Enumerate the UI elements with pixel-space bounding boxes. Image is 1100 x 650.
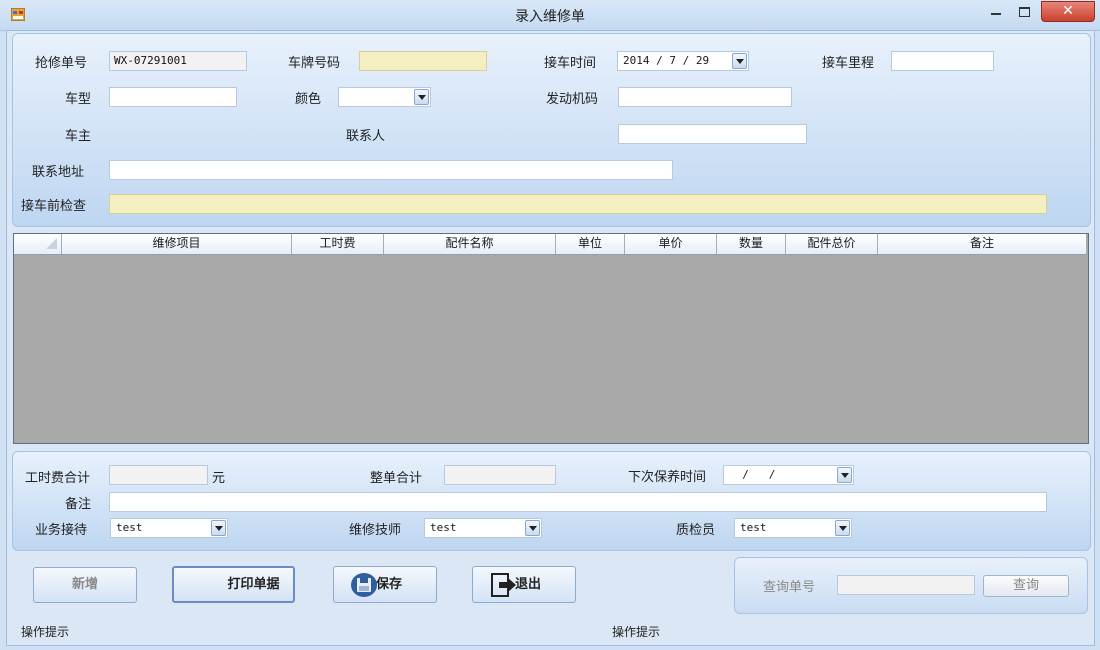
technician-value: test (430, 521, 457, 534)
status-text-right: 操作提示 (612, 625, 661, 639)
model-field[interactable] (109, 87, 237, 107)
plate-no-label: 车牌号码 (288, 56, 341, 71)
labor-total-unit: 元 (212, 471, 226, 486)
chevron-down-icon[interactable] (837, 467, 852, 483)
col-header-unit[interactable]: 单位 (556, 234, 625, 254)
contact-field[interactable] (618, 124, 807, 144)
chevron-down-icon[interactable] (732, 53, 747, 69)
engine-no-field[interactable] (618, 87, 792, 107)
query-button[interactable]: 查询 (983, 575, 1069, 597)
order-total-label: 整单合计 (370, 471, 423, 486)
receptionist-select[interactable]: test (110, 518, 228, 538)
remark-field[interactable] (109, 492, 1047, 512)
engine-no-label: 发动机码 (546, 92, 599, 107)
plate-no-field[interactable] (359, 51, 487, 71)
next-service-picker[interactable]: / / (723, 465, 854, 485)
exit-arrow-icon (491, 573, 516, 597)
maximize-button[interactable] (1010, 2, 1038, 22)
floppy-disk-icon (351, 573, 377, 597)
receptionist-value: test (116, 521, 143, 534)
col-header-quantity[interactable]: 数量 (717, 234, 786, 254)
close-button[interactable]: ✕ (1041, 1, 1095, 22)
pickup-time-picker[interactable]: 2014 / 7 / 29 (617, 51, 749, 71)
inspector-select[interactable]: test (734, 518, 852, 538)
exit-button-label: 退出 (515, 577, 542, 592)
col-header-part-name[interactable]: 配件名称 (384, 234, 556, 254)
inspector-label: 质检员 (676, 523, 716, 538)
col-header-repair-item[interactable]: 维修项目 (62, 234, 292, 254)
status-text-left: 操作提示 (21, 625, 70, 639)
next-service-label: 下次保养时间 (628, 470, 707, 485)
model-label: 车型 (65, 92, 92, 107)
pickup-time-value: 2014 / 7 / 29 (623, 54, 710, 67)
minimize-button[interactable] (982, 2, 1010, 22)
chevron-down-icon[interactable] (414, 89, 429, 105)
select-all-icon (46, 238, 57, 249)
title-bar: 录入维修单 ✕ (0, 0, 1100, 31)
query-field[interactable] (837, 575, 975, 595)
labor-total-label: 工时费合计 (25, 471, 91, 486)
col-header-unit-price[interactable]: 单价 (625, 234, 717, 254)
grid-header: 维修项目 工时费 配件名称 单位 单价 数量 配件总价 备注 (14, 234, 1086, 255)
query-label: 查询单号 (763, 580, 816, 595)
next-service-value: / / (729, 468, 776, 481)
window-title: 录入维修单 (515, 9, 585, 25)
print-button[interactable]: 打印单据 (172, 566, 295, 603)
address-field[interactable] (109, 160, 673, 180)
chevron-down-icon[interactable] (211, 520, 226, 536)
remark-label: 备注 (65, 497, 92, 512)
mileage-label: 接车里程 (822, 56, 875, 71)
order-total-field[interactable] (444, 465, 556, 485)
technician-label: 维修技师 (349, 523, 402, 538)
precheck-field[interactable] (109, 194, 1047, 214)
repair-items-grid[interactable]: 维修项目 工时费 配件名称 单位 单价 数量 配件总价 备注 (13, 233, 1089, 444)
new-button[interactable]: 新增 (33, 567, 137, 603)
chevron-down-icon[interactable] (525, 520, 540, 536)
save-button-label: 保存 (376, 577, 403, 592)
technician-select[interactable]: test (424, 518, 542, 538)
query-button-label: 查询 (1012, 578, 1039, 593)
col-header-remark[interactable]: 备注 (878, 234, 1086, 254)
col-header-labor-fee[interactable]: 工时费 (292, 234, 384, 254)
order-no-field[interactable]: WX-07291001 (109, 51, 247, 71)
grid-corner-cell[interactable] (14, 234, 62, 254)
color-select[interactable] (338, 87, 431, 107)
owner-label: 车主 (65, 129, 92, 144)
save-button[interactable]: 保存 (333, 566, 437, 603)
mileage-field[interactable] (891, 51, 994, 71)
contact-label: 联系人 (346, 129, 386, 144)
color-label: 颜色 (295, 92, 322, 107)
receptionist-label: 业务接待 (35, 523, 88, 538)
chevron-down-icon[interactable] (835, 520, 850, 536)
exit-button[interactable]: 退出 (472, 566, 576, 603)
inspector-value: test (740, 521, 767, 534)
col-header-part-total[interactable]: 配件总价 (786, 234, 878, 254)
address-label: 联系地址 (32, 165, 85, 180)
print-button-label: 打印单据 (227, 577, 280, 592)
new-button-label: 新增 (71, 577, 98, 592)
pickup-time-label: 接车时间 (544, 56, 597, 71)
labor-total-field[interactable] (109, 465, 208, 485)
order-no-label: 抢修单号 (35, 56, 88, 71)
precheck-label: 接车前检查 (21, 199, 87, 214)
